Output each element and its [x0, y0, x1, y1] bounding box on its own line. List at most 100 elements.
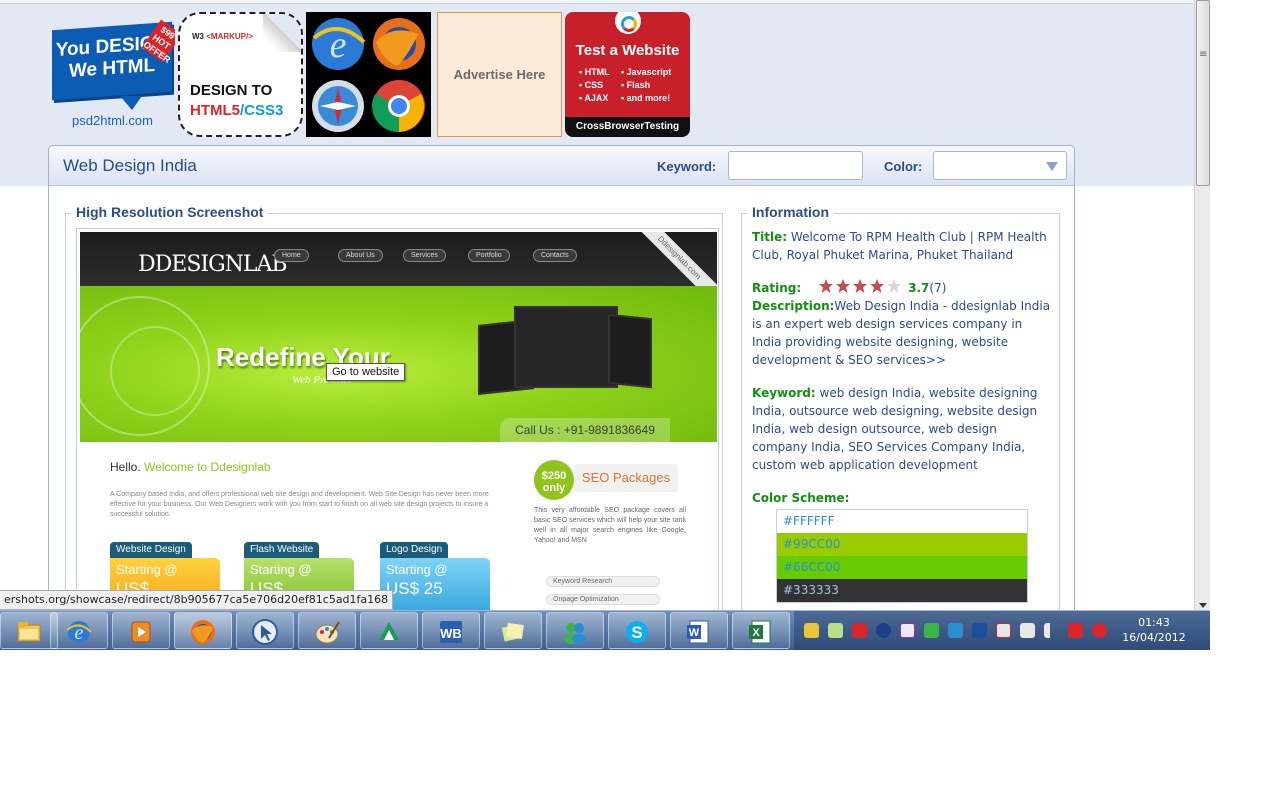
notes-icon	[501, 622, 524, 642]
rating-stars[interactable]	[818, 278, 903, 299]
tray-app-icon[interactable]	[1068, 623, 1083, 638]
page-curl-icon	[263, 14, 301, 52]
showcase-panel: Web Design India Keyword: Color: High Re…	[48, 145, 1075, 610]
cbt-item: AJAX	[579, 92, 610, 105]
windows-flag-icon[interactable]	[804, 623, 819, 638]
shot-call: Call Us : +91-9891836649	[500, 418, 670, 442]
keyword-input[interactable]	[728, 151, 863, 180]
ad-w3markup[interactable]: W3 <MARKUP/> DESIGN TO HTML5/CSS3	[178, 12, 303, 137]
bluetooth-icon[interactable]	[876, 623, 891, 638]
taskbar-word-wb[interactable]: WB	[422, 612, 480, 649]
monitor-icon	[608, 313, 652, 389]
star-icon[interactable]	[818, 278, 834, 294]
taskbar-firefox[interactable]	[174, 612, 232, 649]
color-swatch-list: #FFFFFF #99CC00 #66CC00 #333333	[776, 509, 1028, 603]
taskbar-messenger[interactable]	[546, 612, 604, 649]
shot-nav-item: Contacts	[533, 249, 577, 262]
svg-text:X: X	[752, 627, 760, 639]
taskbar: e WB S W X 01:43 16/04/2012	[0, 610, 1210, 650]
cbt-list-2: Javascript Flash and more!	[621, 66, 672, 105]
cbt-item: Flash	[621, 79, 671, 92]
taskbar-green-app[interactable]	[360, 612, 418, 649]
rating-count: (7)	[929, 281, 947, 295]
info-description: Description:Web Design India - ddesignla…	[752, 297, 1052, 369]
info-rating-label: Rating:	[752, 281, 802, 295]
shot-nav-item: Portfolio	[468, 249, 510, 262]
card-tab: Flash Website	[244, 542, 320, 558]
shot-pill: Onpage Optimization	[546, 594, 660, 605]
w3-line1: DESIGN TO	[190, 82, 273, 99]
color-select[interactable]	[933, 151, 1067, 180]
advertise-label: Advertise Here	[453, 67, 546, 82]
tray-app-icon[interactable]	[828, 623, 843, 638]
color-swatch[interactable]: #333333	[777, 579, 1027, 602]
clock[interactable]: 01:43 16/04/2012	[1112, 615, 1196, 645]
info-title-label: Title:	[752, 230, 788, 244]
scrollbar-thumb[interactable]	[1196, 0, 1210, 186]
screenshot-image: DDESIGNLAB Home About Us Services Portfo…	[80, 232, 717, 610]
file-explorer-icon	[17, 622, 41, 642]
shot-nav-item: Home	[274, 249, 309, 262]
panel-header: Web Design India Keyword: Color:	[49, 146, 1074, 186]
cbt-item: HTML	[579, 66, 610, 79]
ad-crossbrowsertesting[interactable]: Test a Website HTML CSS AJAX Javascript …	[565, 12, 690, 137]
go-to-website-tooltip: Go to website	[326, 363, 406, 381]
color-swatch[interactable]: #99CC00	[777, 533, 1027, 556]
firefox-icon	[191, 620, 215, 644]
info-rating: Rating: 3.7 (7)	[752, 278, 1052, 299]
shot-pill: Keyword Research	[546, 576, 660, 587]
scroll-down-arrow-icon[interactable]	[1199, 603, 1207, 608]
psd-site-label: psd2html.com	[72, 113, 153, 128]
color-label: Color:	[884, 159, 923, 174]
svg-text:W: W	[689, 627, 700, 639]
clock-date: 16/04/2012	[1122, 631, 1186, 644]
shot-hello: Hello. Welcome to Ddesignlab	[110, 460, 271, 474]
network-icon[interactable]	[972, 623, 987, 638]
taskbar-skype[interactable]: S	[608, 612, 666, 649]
color-swatch[interactable]: #66CC00	[777, 556, 1027, 579]
screenshot-legend: High Resolution Screenshot	[71, 204, 269, 220]
taskbar-word[interactable]: W	[670, 612, 728, 649]
taskbar-internet-explorer[interactable]: e	[50, 612, 108, 649]
acrobat-icon[interactable]	[852, 623, 867, 638]
taskbar-paint[interactable]	[298, 612, 356, 649]
star-icon[interactable]	[852, 278, 868, 294]
color-swatch[interactable]: #FFFFFF	[777, 510, 1027, 533]
cbt-logo-icon	[615, 12, 641, 34]
cbt-item: Javascript	[621, 66, 672, 79]
action-center-icon[interactable]	[996, 623, 1011, 638]
star-icon[interactable]	[835, 278, 851, 294]
shot-seo-text: This very affordable SEO package covers …	[534, 507, 686, 544]
ad-psd2html[interactable]: You DESIGN We HTML $99 HOT OFFER psd2htm…	[50, 12, 175, 137]
tray-app-icon[interactable]	[948, 623, 963, 638]
messenger-icon	[564, 623, 586, 644]
vertical-scrollbar[interactable]	[1194, 0, 1210, 610]
star-icon[interactable]	[869, 278, 885, 294]
ad-advertise-here[interactable]: Advertise Here	[437, 12, 562, 137]
taskbar-notes[interactable]	[484, 612, 542, 649]
star-icon[interactable]	[886, 278, 902, 294]
psd-sign-tail	[120, 96, 142, 110]
taskbar-cursor-app[interactable]	[236, 612, 294, 649]
cbt-item: CSS	[579, 79, 610, 92]
browsers-icon: e	[312, 18, 425, 133]
info-desc-label: Description:	[752, 299, 835, 313]
cursor-app-icon	[252, 619, 278, 645]
shot-seo-packages: SEO Packages $250 only	[534, 458, 680, 500]
volume-icon[interactable]	[1044, 623, 1059, 638]
media-player-icon	[131, 621, 151, 643]
taskbar-excel[interactable]: X	[732, 612, 790, 649]
device-icon[interactable]	[1020, 623, 1035, 638]
card-tab: Website Design	[110, 542, 192, 558]
website-screenshot[interactable]: DDESIGNLAB Home About Us Services Portfo…	[76, 228, 719, 610]
seo-label: SEO Packages	[574, 464, 678, 492]
shield-icon[interactable]	[924, 623, 939, 638]
paint-icon	[315, 621, 340, 644]
taskbar-media-player[interactable]	[112, 612, 170, 649]
blocked-icon[interactable]	[1092, 623, 1107, 638]
svg-text:WB: WB	[440, 626, 462, 641]
tray-app-icon[interactable]	[900, 623, 915, 638]
monitor-icon	[514, 306, 618, 388]
info-scheme-label: Color Scheme:	[752, 491, 850, 505]
ad-browsers[interactable]: e	[306, 12, 431, 137]
